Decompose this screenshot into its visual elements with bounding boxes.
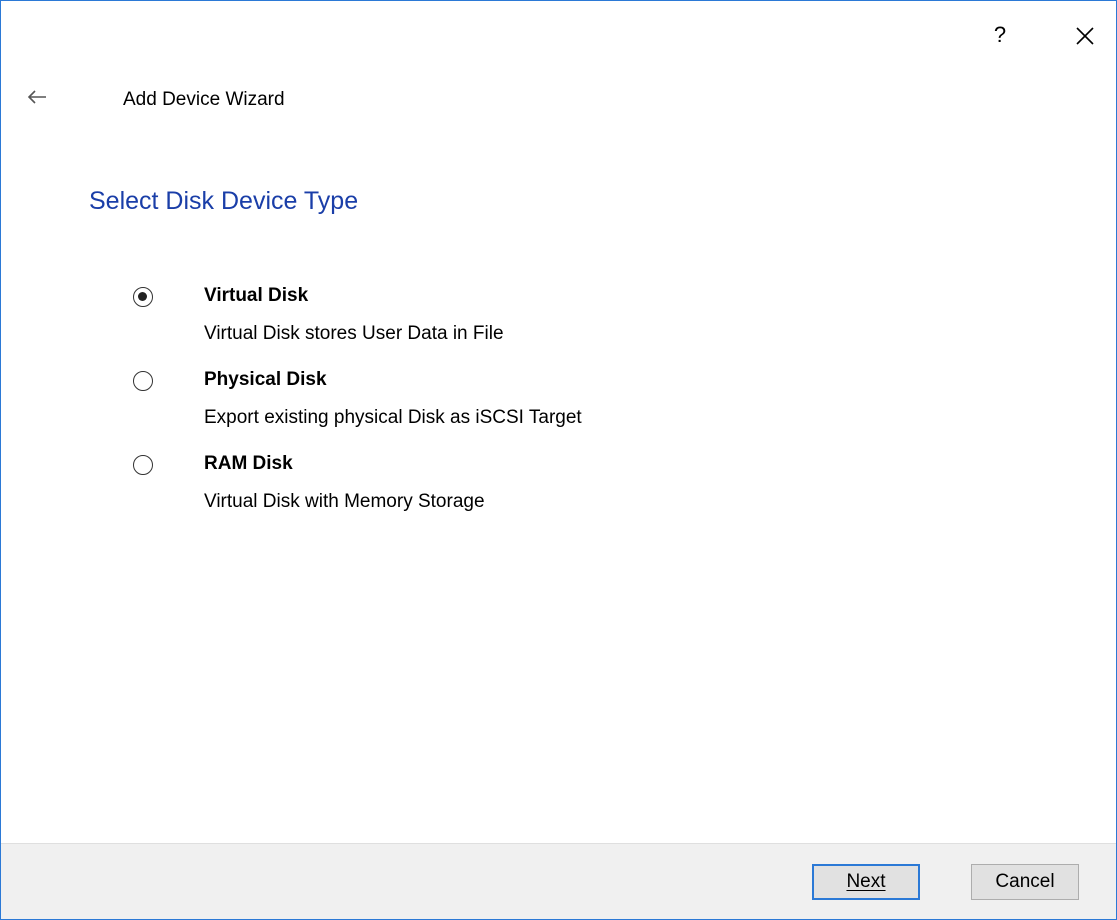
wizard-window: ? Add Device Wizard Select Disk Device T… [0,0,1117,920]
radio-physical-disk[interactable] [133,371,153,391]
option-virtual-disk[interactable]: Virtual Disk Virtual Disk stores User Da… [133,283,933,367]
option-physical-disk[interactable]: Physical Disk Export existing physical D… [133,367,933,451]
next-button-label: Next [846,871,886,892]
option-ram-disk[interactable]: RAM Disk Virtual Disk with Memory Storag… [133,451,933,535]
help-button[interactable]: ? [988,21,1012,49]
page-heading: Select Disk Device Type [89,187,359,215]
cancel-button-label: Cancel [995,871,1055,892]
radio-virtual-disk[interactable] [133,287,153,307]
next-button[interactable]: Next [812,864,920,900]
footer-bar: Next Cancel [1,843,1116,919]
option-description: Export existing physical Disk as iSCSI T… [204,407,582,428]
close-icon [1076,27,1094,45]
radio-ram-disk[interactable] [133,455,153,475]
close-button[interactable] [1070,21,1100,51]
device-type-options: Virtual Disk Virtual Disk stores User Da… [133,283,933,535]
help-label: ? [993,22,1007,47]
option-description: Virtual Disk stores User Data in File [204,323,504,344]
option-label: RAM Disk [204,453,293,474]
option-description: Virtual Disk with Memory Storage [204,491,485,512]
cancel-button[interactable]: Cancel [971,864,1079,900]
back-arrow-icon [27,90,46,104]
option-label: Physical Disk [204,369,327,390]
option-label: Virtual Disk [204,285,309,306]
wizard-title: Add Device Wizard [123,89,285,110]
back-button[interactable] [23,83,51,111]
